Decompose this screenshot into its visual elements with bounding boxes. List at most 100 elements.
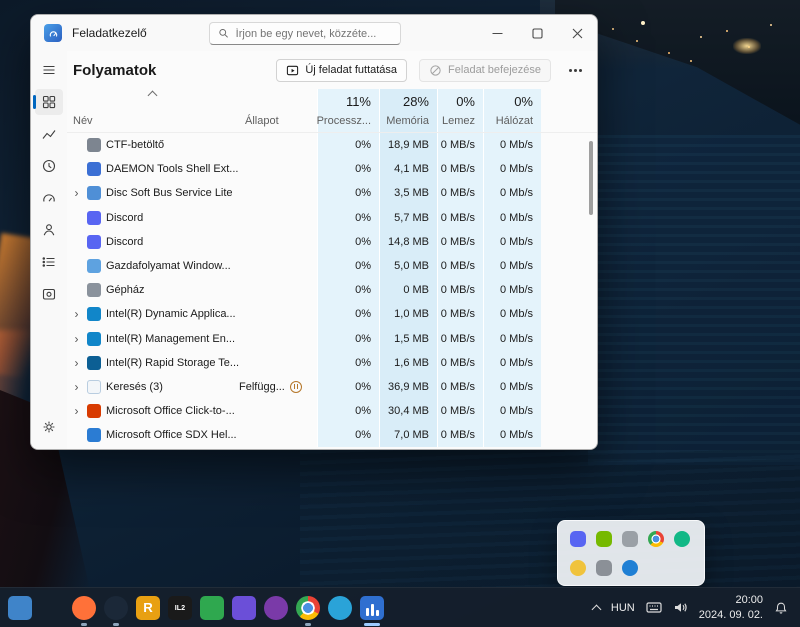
nav-users[interactable] <box>35 217 63 243</box>
run-task-icon <box>287 65 299 75</box>
nav-services[interactable] <box>35 281 63 307</box>
column-header-disk[interactable]: 0% Lemez <box>437 89 483 132</box>
violet-app-taskbar-button[interactable] <box>260 588 292 627</box>
discord-tray-icon[interactable] <box>570 531 586 547</box>
il2-game-taskbar-button[interactable]: IL2 <box>164 588 196 627</box>
process-row[interactable]: › Keresés (3) Felfügg... 0% 36,9 MB 0 MB… <box>67 374 597 400</box>
process-row[interactable]: › CTF-betöltő 0% 18,9 MB 0 MB/s 0 Mb/s <box>67 133 597 158</box>
task-manager-taskbar-button[interactable] <box>356 588 388 627</box>
nav-startup-apps[interactable] <box>35 185 63 211</box>
maximize-button[interactable] <box>517 15 557 51</box>
windows-start-icon[interactable] <box>40 596 64 620</box>
settings-button[interactable] <box>35 414 63 440</box>
column-header-memory[interactable]: 28% Memória <box>379 89 437 132</box>
scrollbar[interactable] <box>588 137 595 443</box>
memory-cell: 1,6 MB <box>379 350 437 375</box>
search-input[interactable] <box>235 27 392 40</box>
expand-chevron-icon[interactable]: › <box>71 332 82 346</box>
process-row[interactable]: › Intel(R) Rapid Storage Te... 0% 1,6 MB… <box>67 350 597 375</box>
process-name: DAEMON Tools Shell Ext... <box>106 163 239 176</box>
process-row[interactable]: › Intel(R) Management En... 0% 1,5 MB 0 … <box>67 326 597 351</box>
run-new-task-button[interactable]: Új feladat futtatása <box>276 58 408 82</box>
process-row[interactable]: › Discord 0% 5,7 MB 0 MB/s 0 Mb/s <box>67 205 597 230</box>
daemon-tray-icon[interactable] <box>570 560 586 576</box>
process-status: Felfügg... <box>239 380 285 393</box>
network-cell: 0 Mb/s <box>483 423 541 448</box>
runelite-taskbar-button[interactable]: R <box>132 588 164 627</box>
expand-chevron-icon[interactable]: › <box>71 186 82 200</box>
clock-time: 20:00 <box>735 594 763 607</box>
tray-overflow-chevron-icon[interactable] <box>591 604 602 614</box>
blue-media-app-taskbar-button[interactable] <box>324 588 356 627</box>
expand-chevron-icon[interactable]: › <box>71 404 82 418</box>
touch-keyboard-icon[interactable] <box>646 601 662 614</box>
minimize-button[interactable] <box>477 15 517 51</box>
process-icon <box>87 162 101 177</box>
network-cell: 0 Mb/s <box>483 278 541 303</box>
process-row[interactable]: › Microsoft Office Click-to-... 0% 30,4 … <box>67 399 597 424</box>
process-row[interactable]: › Microsoft Office SDX Hel... 0% 7,0 MB … <box>67 423 597 448</box>
windows-start-taskbar-button[interactable] <box>36 588 68 627</box>
cpu-cell: 0% <box>317 326 379 351</box>
search-box[interactable] <box>209 22 401 45</box>
more-options-button[interactable] <box>563 58 587 82</box>
process-row[interactable]: › DAEMON Tools Shell Ext... 0% 4,1 MB 0 … <box>67 157 597 182</box>
gray-app2-tray-icon[interactable] <box>596 560 612 576</box>
page-title: Folyamatok <box>73 61 157 79</box>
end-task-button[interactable]: Feladat befejezése <box>419 58 551 82</box>
taskbar-clock[interactable]: 20:00 2024. 09. 02. <box>699 593 763 622</box>
volume-icon[interactable] <box>673 601 688 614</box>
purple-app-taskbar-button[interactable] <box>228 588 260 627</box>
notification-bell-icon[interactable] <box>774 601 788 615</box>
steam-icon[interactable] <box>104 595 128 620</box>
chrome-tray-icon[interactable] <box>648 531 664 547</box>
memory-cell: 36,9 MB <box>379 374 437 400</box>
end-task-label: Feladat befejezése <box>448 64 541 76</box>
process-row[interactable]: › Intel(R) Dynamic Applica... 0% 1,0 MB … <box>67 302 597 327</box>
firefox-icon[interactable] <box>72 595 96 620</box>
chrome-icon[interactable] <box>296 595 320 620</box>
blue-media-app-icon[interactable] <box>328 595 352 620</box>
page-header: Folyamatok Új feladat futtatása Feladat … <box>67 51 597 89</box>
close-button[interactable] <box>557 15 597 51</box>
nav-details[interactable] <box>35 249 63 275</box>
expand-chevron-icon[interactable]: › <box>71 380 82 394</box>
teal-app-tray-icon[interactable] <box>674 531 690 547</box>
expand-chevron-icon[interactable]: › <box>71 356 82 370</box>
green-app-icon[interactable] <box>200 595 224 620</box>
process-row[interactable]: › Discord 0% 14,8 MB 0 MB/s 0 Mb/s <box>67 229 597 254</box>
nav-processes[interactable] <box>33 89 63 115</box>
display-app-taskbar-button[interactable] <box>4 588 36 627</box>
firefox-taskbar-button[interactable] <box>68 588 100 627</box>
titlebar[interactable]: Feladatkezelő <box>31 15 597 51</box>
nav-performance[interactable] <box>35 121 63 147</box>
process-row[interactable]: › Disc Soft Bus Service Lite 0% 3,5 MB 0… <box>67 181 597 206</box>
nav-app-history[interactable] <box>35 153 63 179</box>
purple-app-icon[interactable] <box>232 595 256 620</box>
cpu-cell: 0% <box>317 205 379 230</box>
green-app-taskbar-button[interactable] <box>196 588 228 627</box>
task-manager-icon[interactable] <box>360 595 384 620</box>
chrome-taskbar-button[interactable] <box>292 588 324 627</box>
display-app-icon[interactable] <box>8 595 32 620</box>
language-indicator[interactable]: HUN <box>611 602 635 614</box>
runelite-icon[interactable]: R <box>136 595 160 620</box>
blue-app-tray-icon[interactable] <box>622 560 638 576</box>
nvidia-tray-icon[interactable] <box>596 531 612 547</box>
expand-chevron-icon[interactable]: › <box>71 307 82 321</box>
column-header-network[interactable]: 0% Hálózat <box>483 89 541 132</box>
column-header-name[interactable]: Név <box>67 89 239 132</box>
column-header-status[interactable]: Állapot <box>239 89 317 132</box>
menu-toggle-button[interactable] <box>35 57 63 83</box>
steam-taskbar-button[interactable] <box>100 588 132 627</box>
violet-app-icon[interactable] <box>264 595 288 620</box>
process-name: Disc Soft Bus Service Lite <box>106 187 233 200</box>
process-row[interactable]: › Gépház 0% 0 MB 0 MB/s 0 Mb/s <box>67 278 597 303</box>
process-row[interactable]: › Gazdafolyamat Window... 0% 5,0 MB 0 MB… <box>67 253 597 279</box>
desktop-wallpaper: Feladatkezelő Folyamatok <box>0 0 800 627</box>
window-title: Feladatkezelő <box>72 26 147 40</box>
column-header-cpu[interactable]: 11% Processz... <box>317 89 379 132</box>
gray-app-tray-icon[interactable] <box>622 531 638 547</box>
scrollbar-thumb[interactable] <box>589 141 593 215</box>
il2-game-icon[interactable]: IL2 <box>168 595 192 620</box>
